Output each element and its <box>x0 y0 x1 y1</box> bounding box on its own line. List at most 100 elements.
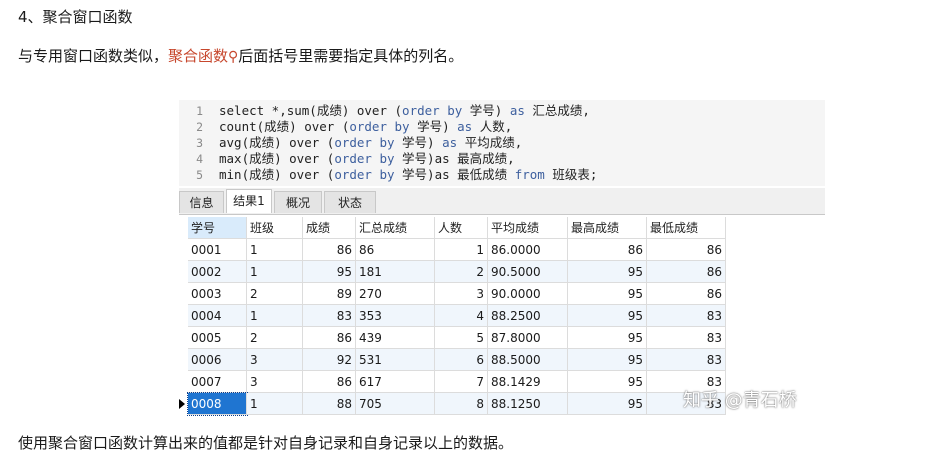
cell-col-min[interactable]: 83 <box>647 349 726 371</box>
table-row[interactable]: 0007 3 86 617 7 88.1429 95 83 <box>188 371 726 393</box>
table-row[interactable]: 0002 1 95 181 2 90.5000 95 86 <box>188 261 726 283</box>
header-col-class[interactable]: 班级 <box>247 217 303 239</box>
aggregate-function-link[interactable]: 聚合函数 <box>168 47 228 65</box>
tab-profile[interactable]: 概况 <box>274 191 322 213</box>
cell-col-student-id[interactable]: 0007 <box>188 371 247 393</box>
cell-col-student-id[interactable]: 0001 <box>188 239 247 261</box>
cell-col-average[interactable]: 88.1250 <box>488 393 568 415</box>
cell-col-max[interactable]: 95 <box>568 371 647 393</box>
cell-col-min[interactable]: 83 <box>647 305 726 327</box>
header-col-running-total[interactable]: 汇总成绩 <box>356 217 435 239</box>
cell-col-score[interactable]: 89 <box>303 283 356 305</box>
cell-col-max[interactable]: 95 <box>568 393 647 415</box>
cell-col-average[interactable]: 88.1429 <box>488 371 568 393</box>
intro-prefix: 与专用窗口函数类似， <box>18 47 169 65</box>
table-row[interactable]: 0003 2 89 270 3 90.0000 95 86 <box>188 283 726 305</box>
cell-col-student-id[interactable]: 0002 <box>188 261 247 283</box>
cell-col-class[interactable]: 3 <box>247 371 303 393</box>
cell-col-student-id[interactable]: 0006 <box>188 349 247 371</box>
cell-col-class[interactable]: 2 <box>247 283 303 305</box>
cell-col-min[interactable]: 86 <box>647 239 726 261</box>
sql-text: min(成绩) over ( <box>219 167 335 182</box>
cell-col-max[interactable]: 95 <box>568 283 647 305</box>
line-number: 2 <box>196 120 203 134</box>
cell-col-class[interactable]: 1 <box>247 239 303 261</box>
cell-col-max[interactable]: 95 <box>568 261 647 283</box>
cell-col-count[interactable]: 1 <box>435 239 488 261</box>
cell-col-score[interactable]: 86 <box>303 327 356 349</box>
cell-col-average[interactable]: 88.5000 <box>488 349 568 371</box>
search-icon[interactable]: ⚲ <box>228 49 238 65</box>
cell-col-running-total[interactable]: 617 <box>356 371 435 393</box>
sql-line[interactable]: 1 select *,sum(成绩) over (order by 学号) as … <box>179 103 590 119</box>
cell-col-running-total[interactable]: 270 <box>356 283 435 305</box>
cell-col-average[interactable]: 90.0000 <box>488 283 568 305</box>
table-row[interactable]: 0004 1 83 353 4 88.2500 95 83 <box>188 305 726 327</box>
cell-col-count[interactable]: 6 <box>435 349 488 371</box>
cell-col-average[interactable]: 87.8000 <box>488 327 568 349</box>
header-col-count[interactable]: 人数 <box>435 217 488 239</box>
cell-col-max[interactable]: 95 <box>568 305 647 327</box>
cell-col-student-id[interactable]: 0004 <box>188 305 247 327</box>
cell-col-running-total[interactable]: 181 <box>356 261 435 283</box>
table-row[interactable]: 0008 1 88 705 8 88.1250 95 83 <box>179 392 726 416</box>
cell-col-student-id[interactable]: 0008 <box>187 392 248 416</box>
cell-col-student-id[interactable]: 0005 <box>188 327 247 349</box>
cell-col-count[interactable]: 7 <box>435 371 488 393</box>
cell-col-running-total[interactable]: 531 <box>356 349 435 371</box>
sql-line[interactable]: 2 count(成绩) over (order by 学号) as 人数, <box>179 119 512 135</box>
tab-info[interactable]: 信息 <box>179 191 224 213</box>
header-col-score[interactable]: 成绩 <box>303 217 356 239</box>
cell-col-average[interactable]: 88.2500 <box>488 305 568 327</box>
cell-col-average[interactable]: 90.5000 <box>488 261 568 283</box>
cell-col-class[interactable]: 3 <box>247 349 303 371</box>
line-number: 3 <box>196 136 203 150</box>
cell-col-score[interactable]: 83 <box>303 305 356 327</box>
cell-col-running-total[interactable]: 86 <box>356 239 435 261</box>
header-col-student-id[interactable]: 学号 <box>188 217 247 239</box>
cell-col-score[interactable]: 88 <box>303 393 356 415</box>
cell-col-score[interactable]: 86 <box>303 371 356 393</box>
table-row[interactable]: 0005 2 86 439 5 87.8000 95 83 <box>188 327 726 349</box>
cell-col-running-total[interactable]: 353 <box>356 305 435 327</box>
cell-col-student-id[interactable]: 0003 <box>188 283 247 305</box>
sql-editor[interactable]: 1 select *,sum(成绩) over (order by 学号) as … <box>179 100 825 186</box>
cell-col-max[interactable]: 95 <box>568 349 647 371</box>
sql-line[interactable]: 4 max(成绩) over (order by 学号)as 最高成绩, <box>179 151 515 167</box>
cell-col-min[interactable]: 83 <box>647 327 726 349</box>
cell-col-average[interactable]: 86.0000 <box>488 239 568 261</box>
cell-col-count[interactable]: 8 <box>435 393 488 415</box>
header-col-max[interactable]: 最高成绩 <box>568 217 647 239</box>
table-row[interactable]: 0006 3 92 531 6 88.5000 95 83 <box>188 349 726 371</box>
table-row[interactable]: 0001 1 86 86 1 86.0000 86 86 <box>188 239 726 261</box>
line-number: 1 <box>196 104 203 118</box>
cell-col-score[interactable]: 86 <box>303 239 356 261</box>
cell-col-min[interactable]: 86 <box>647 261 726 283</box>
cell-col-count[interactable]: 5 <box>435 327 488 349</box>
sql-text: 学号)as 最低成绩 <box>394 167 515 182</box>
cell-col-class[interactable]: 2 <box>247 327 303 349</box>
sql-text: 人数, <box>472 119 513 134</box>
sql-text: max(成绩) over ( <box>219 151 335 166</box>
cell-col-class[interactable]: 1 <box>247 393 303 415</box>
tab-result1[interactable]: 结果1 <box>226 189 272 213</box>
header-col-min[interactable]: 最低成绩 <box>647 217 726 239</box>
cell-col-running-total[interactable]: 705 <box>356 393 435 415</box>
cell-col-count[interactable]: 4 <box>435 305 488 327</box>
cell-col-class[interactable]: 1 <box>247 261 303 283</box>
line-number: 5 <box>196 168 203 182</box>
cell-col-running-total[interactable]: 439 <box>356 327 435 349</box>
cell-col-min[interactable]: 86 <box>647 283 726 305</box>
header-col-average[interactable]: 平均成绩 <box>488 217 568 239</box>
cell-col-score[interactable]: 92 <box>303 349 356 371</box>
sql-line[interactable]: 5 min(成绩) over (order by 学号)as 最低成绩 from … <box>179 167 597 183</box>
cell-col-count[interactable]: 2 <box>435 261 488 283</box>
cell-col-score[interactable]: 95 <box>303 261 356 283</box>
cell-col-max[interactable]: 86 <box>568 239 647 261</box>
sql-line[interactable]: 3 avg(成绩) over (order by 学号) as 平均成绩, <box>179 135 522 151</box>
sql-keyword: order by <box>349 119 410 134</box>
cell-col-class[interactable]: 1 <box>247 305 303 327</box>
cell-col-count[interactable]: 3 <box>435 283 488 305</box>
tab-status[interactable]: 状态 <box>324 191 376 213</box>
cell-col-max[interactable]: 95 <box>568 327 647 349</box>
